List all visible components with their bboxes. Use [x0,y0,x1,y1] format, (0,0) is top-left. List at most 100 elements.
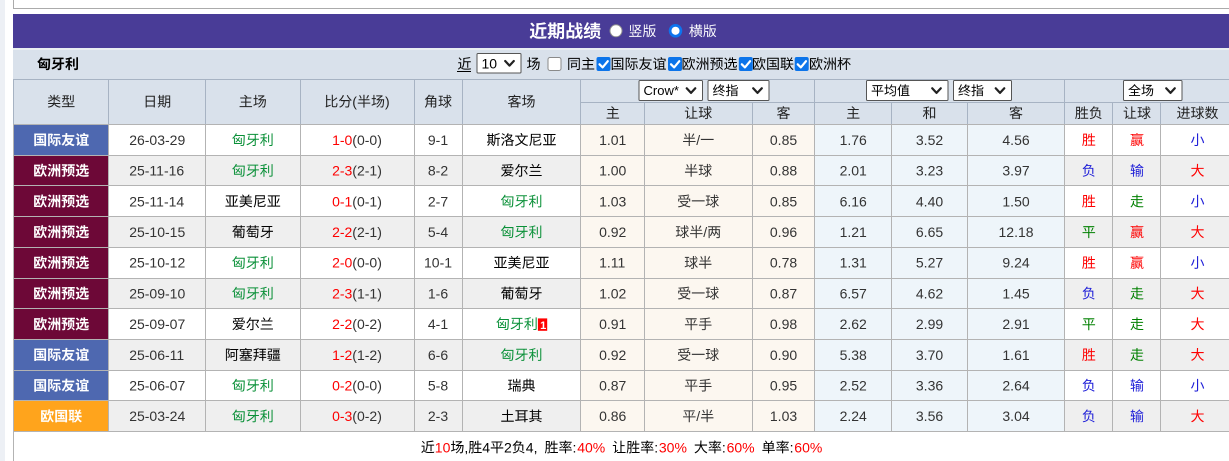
svg-text:3.36: 3.36 [916,378,943,394]
svg-text:25-03-24: 25-03-24 [129,408,185,424]
svg-text:1.02: 1.02 [599,285,626,301]
svg-text:(1-1): (1-1) [352,285,382,301]
svg-text:3.52: 3.52 [916,132,943,148]
svg-text:0.95: 0.95 [770,378,797,394]
svg-text:,: , [464,439,468,455]
svg-text:(0-2): (0-2) [352,408,382,424]
svg-text:60%: 60% [794,439,822,455]
svg-text:1.21: 1.21 [840,224,867,240]
svg-text:0.86: 0.86 [599,408,626,424]
svg-text:3.23: 3.23 [916,163,943,179]
svg-text:1.45: 1.45 [1002,285,1029,301]
svg-text:30%: 30% [659,439,687,455]
svg-text:(: ( [352,94,357,110]
svg-text:1-2: 1-2 [332,347,352,363]
svg-text:25-11-16: 25-11-16 [129,163,184,179]
svg-text:25-06-11: 25-06-11 [129,347,184,363]
svg-text:2-3: 2-3 [332,285,352,301]
svg-text:5.27: 5.27 [916,255,943,271]
svg-text:1.11: 1.11 [599,255,625,271]
svg-text:6.16: 6.16 [840,193,867,209]
svg-text:25-10-15: 25-10-15 [129,224,185,240]
svg-text:(0-0): (0-0) [352,132,382,148]
svg-text:9.24: 9.24 [1002,255,1029,271]
svg-text:1-0: 1-0 [332,132,352,148]
svg-text:10: 10 [435,439,451,455]
svg-text:2.64: 2.64 [1002,378,1029,394]
svg-text:(0-2): (0-2) [352,316,382,332]
svg-text:5-4: 5-4 [428,224,448,240]
svg-text:(0-1): (0-1) [352,193,382,209]
svg-text:0.96: 0.96 [770,224,797,240]
svg-text:0.92: 0.92 [599,347,626,363]
svg-text:1.00: 1.00 [599,163,626,179]
svg-text:25-06-07: 25-06-07 [129,378,185,394]
svg-text:2.62: 2.62 [840,316,867,332]
svg-text:1-6: 1-6 [428,285,448,301]
svg-text:0.78: 0.78 [770,255,797,271]
svg-text:/: / [696,132,700,148]
svg-text:(2-1): (2-1) [352,163,382,179]
svg-text:0-3: 0-3 [332,408,352,424]
svg-text:): ) [385,94,390,110]
svg-text:5-8: 5-8 [428,378,448,394]
svg-text::: : [790,439,794,455]
svg-text:0.87: 0.87 [770,285,797,301]
svg-text:2-3: 2-3 [428,408,448,424]
svg-text:0.85: 0.85 [770,193,797,209]
svg-text:10-1: 10-1 [424,255,452,271]
svg-text:2-2: 2-2 [332,316,352,332]
svg-text:2.01: 2.01 [840,163,867,179]
svg-text:0.85: 0.85 [770,132,797,148]
svg-text:0.92: 0.92 [599,224,626,240]
svg-text:4.62: 4.62 [916,285,943,301]
svg-text:0-2: 0-2 [332,378,352,394]
svg-text::: : [654,439,658,455]
svg-text:6.65: 6.65 [916,224,943,240]
svg-text:1: 1 [540,320,546,332]
svg-text:25-11-14: 25-11-14 [129,193,184,209]
svg-text:6-6: 6-6 [428,347,448,363]
svg-text:25-09-10: 25-09-10 [129,285,185,301]
svg-text:26-03-29: 26-03-29 [129,132,185,148]
svg-text:2-0: 2-0 [332,255,352,271]
svg-text:1.50: 1.50 [1002,193,1029,209]
svg-text:3.70: 3.70 [916,347,943,363]
svg-text:1.61: 1.61 [1002,347,1029,363]
svg-text:Crow*: Crow* [644,83,679,98]
svg-text:1.03: 1.03 [599,193,626,209]
svg-text:3.56: 3.56 [916,408,943,424]
svg-text:(1-2): (1-2) [352,347,382,363]
svg-text:1.01: 1.01 [599,132,626,148]
svg-text:4,: 4, [526,439,538,455]
svg-text:1.31: 1.31 [840,255,867,271]
svg-text:12.18: 12.18 [999,224,1034,240]
svg-text::: : [722,439,726,455]
svg-text:3.97: 3.97 [1002,163,1029,179]
svg-text:0.98: 0.98 [770,316,797,332]
svg-text:2.99: 2.99 [916,316,943,332]
svg-text:2.24: 2.24 [840,408,867,424]
svg-text:4: 4 [482,439,490,455]
svg-text:0.90: 0.90 [770,347,797,363]
svg-text:0-1: 0-1 [332,193,352,209]
svg-text:25-10-12: 25-10-12 [129,255,185,271]
svg-text:2.91: 2.91 [1002,316,1029,332]
svg-text:4-1: 4-1 [428,316,448,332]
svg-text:9-1: 9-1 [428,132,448,148]
svg-text:0.87: 0.87 [599,378,626,394]
svg-text:/: / [703,224,707,240]
svg-text:8-2: 8-2 [428,163,448,179]
svg-text:4.40: 4.40 [916,193,943,209]
svg-text:(0-0): (0-0) [352,378,382,394]
svg-text:4.56: 4.56 [1002,132,1029,148]
svg-text:2.52: 2.52 [840,378,867,394]
svg-text:(2-1): (2-1) [352,224,382,240]
svg-text:(0-0): (0-0) [352,255,382,271]
svg-text:5.38: 5.38 [840,347,867,363]
svg-text:60%: 60% [727,439,755,455]
svg-text:25-09-07: 25-09-07 [129,316,185,332]
svg-text:2: 2 [504,439,512,455]
svg-text:2-7: 2-7 [428,193,448,209]
svg-text:40%: 40% [577,439,605,455]
